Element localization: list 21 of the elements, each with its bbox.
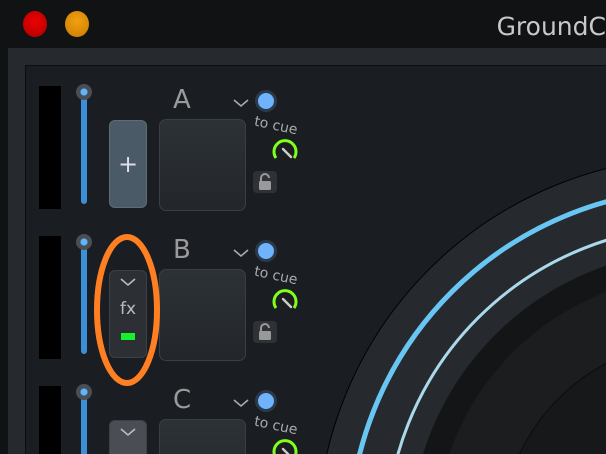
status-dot (255, 240, 277, 262)
status-dot (255, 90, 277, 112)
add-button[interactable]: + (109, 120, 147, 208)
cue-label: to cue (252, 414, 299, 438)
chevron-icon[interactable] (119, 277, 137, 287)
deck-letter: A (173, 86, 191, 114)
cue-label: to cue (252, 264, 299, 288)
chevron-icon[interactable] (232, 398, 250, 408)
status-dot (255, 390, 277, 412)
lock-icon[interactable] (252, 170, 278, 194)
chevron-icon[interactable] (232, 98, 250, 108)
chevron-icon[interactable] (232, 248, 250, 258)
chevron-icon[interactable] (119, 427, 137, 437)
close-button[interactable] (23, 11, 47, 37)
deck-letter: B (173, 236, 191, 264)
minimize-button[interactable] (64, 11, 89, 37)
cue-label: to cue (252, 114, 299, 138)
fx-label: fx (120, 299, 136, 319)
window-title: GroundC (496, 12, 606, 40)
lock-icon[interactable] (252, 320, 278, 344)
deck-letter: C (173, 386, 192, 414)
